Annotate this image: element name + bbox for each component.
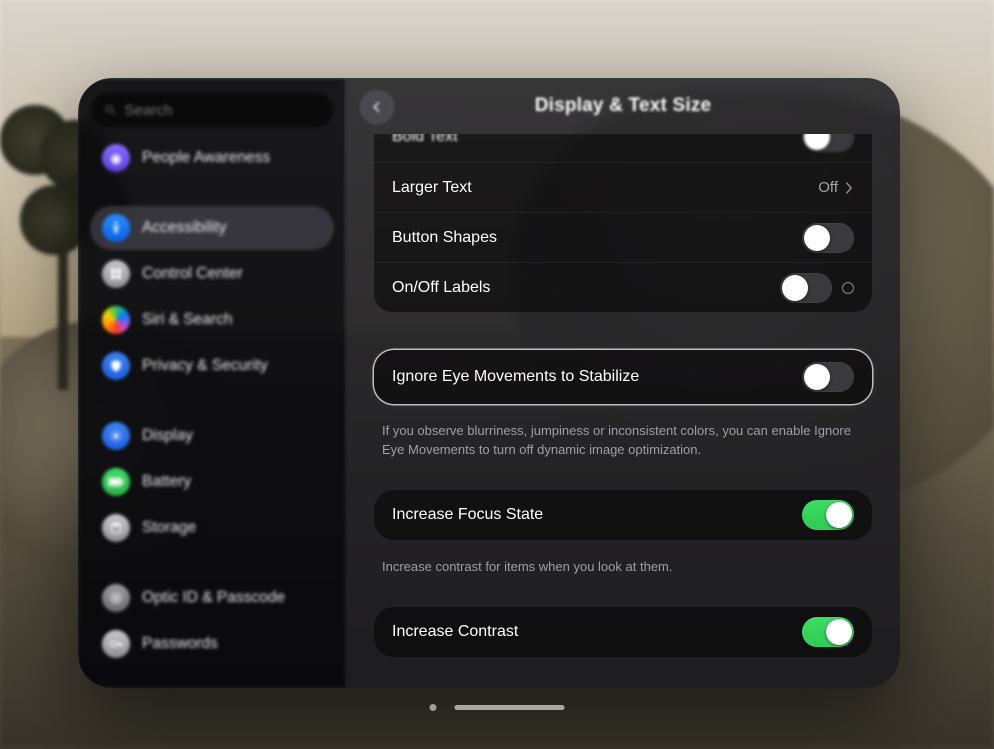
sidebar-item-label: Display [142,427,193,445]
content-pane: Display & Text Size Bold Text Larger Tex… [346,78,900,688]
group-contrast: Increase Contrast [374,607,872,657]
sidebar-item-passwords[interactable]: Passwords [90,622,334,666]
sidebar-item-label: Control Center [142,265,243,283]
siri-icon [102,306,130,334]
row-label: Larger Text [392,179,818,197]
group-text-display: Bold Text Larger Text Off Button Shapes … [374,134,872,312]
group-stabilize: Ignore Eye Movements to Stabilize [374,350,872,404]
group-focus-state: Increase Focus State [374,490,872,540]
toggle-focus-state[interactable] [802,500,854,530]
sidebar-item-battery[interactable]: Battery [90,460,334,504]
storage-icon [102,514,130,542]
search-input[interactable] [125,102,320,119]
row-button-shapes[interactable]: Button Shapes [374,212,872,262]
row-onoff-labels[interactable]: On/Off Labels [374,262,872,312]
sidebar-item-optic-id[interactable]: Optic ID & Passcode [90,576,334,620]
row-label: Increase Contrast [392,623,802,641]
footer-focus-state: Increase contrast for items when you loo… [374,548,872,593]
sidebar: ◉ People Awareness Accessibility Control… [78,78,346,688]
back-button[interactable] [360,90,394,124]
sidebar-item-label: Siri & Search [142,311,232,329]
sidebar-item-people-awareness[interactable]: ◉ People Awareness [90,136,334,180]
row-value: Off [818,179,838,196]
settings-window: ◉ People Awareness Accessibility Control… [78,78,900,688]
sidebar-item-label: Storage [142,519,196,537]
footer-stabilize: If you observe blurriness, jumpiness or … [374,412,872,476]
scroll-area[interactable]: Bold Text Larger Text Off Button Shapes … [346,134,900,678]
privacy-icon [102,352,130,380]
row-bold-text[interactable]: Bold Text [374,134,872,162]
chevron-right-icon [844,181,854,195]
row-label: Button Shapes [392,229,802,247]
people-awareness-icon: ◉ [102,144,130,172]
optic-id-icon [102,584,130,612]
chevron-left-icon [369,99,385,115]
sidebar-item-siri-search[interactable]: Siri & Search [90,298,334,342]
row-larger-text[interactable]: Larger Text Off [374,162,872,212]
content-header: Display & Text Size [346,78,900,134]
page-title: Display & Text Size [535,95,712,117]
sidebar-item-label: Privacy & Security [142,357,268,375]
display-icon [102,422,130,450]
sidebar-item-label: Passwords [142,635,218,653]
sidebar-item-label: People Awareness [142,149,270,167]
sidebar-item-control-center[interactable]: Control Center [90,252,334,296]
battery-icon [102,468,130,496]
sidebar-item-label: Battery [142,473,191,491]
page-dot [430,704,437,711]
sidebar-item-privacy-security[interactable]: Privacy & Security [90,344,334,388]
sidebar-item-storage[interactable]: Storage [90,506,334,550]
sidebar-item-label: Accessibility [142,219,226,237]
sidebar-item-label: Optic ID & Passcode [142,589,285,607]
sidebar-item-accessibility[interactable]: Accessibility [90,206,334,250]
row-label: Ignore Eye Movements to Stabilize [392,368,802,386]
row-label: Bold Text [392,134,802,146]
accessibility-icon [102,214,130,242]
onoff-mark-icon [842,282,854,294]
passwords-icon [102,630,130,658]
home-indicator[interactable] [430,704,565,711]
row-label: Increase Focus State [392,506,802,524]
search-icon [104,103,117,117]
sidebar-item-display[interactable]: Display [90,414,334,458]
row-focus-state[interactable]: Increase Focus State [374,490,872,540]
search-field[interactable] [90,92,334,128]
row-stabilize[interactable]: Ignore Eye Movements to Stabilize [374,350,872,404]
toggle-stabilize[interactable] [802,362,854,392]
row-contrast[interactable]: Increase Contrast [374,607,872,657]
toggle-contrast[interactable] [802,617,854,647]
control-center-icon [102,260,130,288]
toggle-onoff-labels[interactable] [780,273,832,303]
footer-contrast: Increase color contrast between app fore… [374,665,872,678]
row-label: On/Off Labels [392,279,780,297]
toggle-button-shapes[interactable] [802,223,854,253]
home-bar[interactable] [455,705,565,710]
toggle-bold-text[interactable] [802,134,854,152]
